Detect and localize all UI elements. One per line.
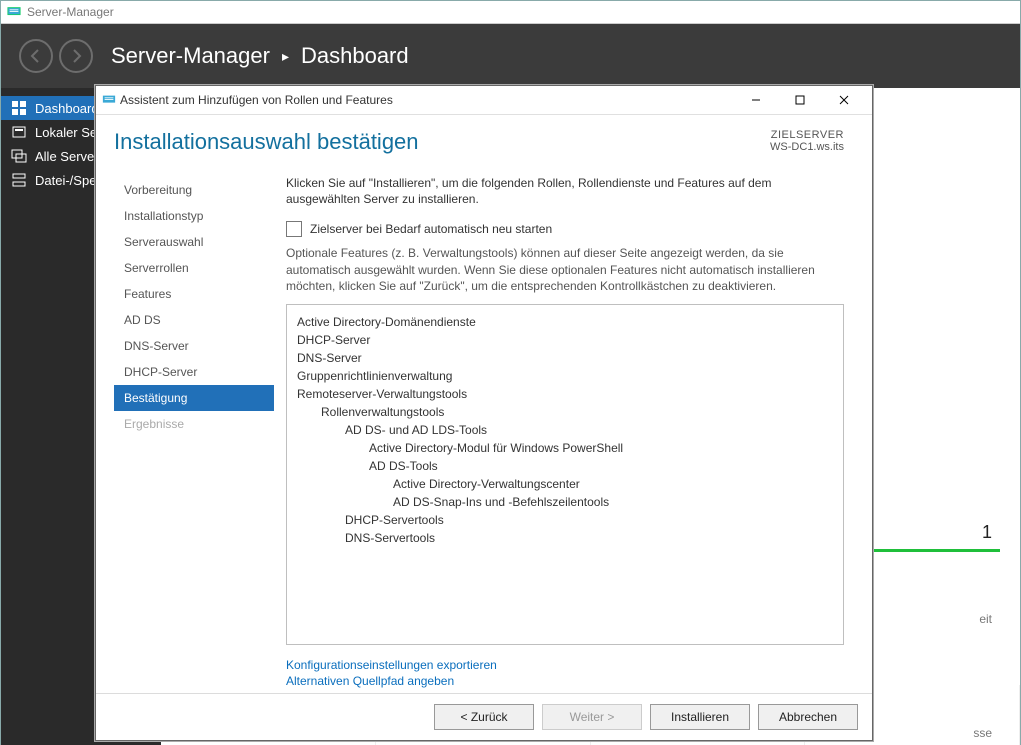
close-button[interactable] <box>822 88 866 112</box>
auto-restart-checkbox[interactable] <box>286 221 302 237</box>
minimize-button[interactable] <box>734 88 778 112</box>
chevron-right-icon: ▸ <box>282 48 289 65</box>
auto-restart-label: Zielserver bei Bedarf automatisch neu st… <box>310 222 552 236</box>
bg-hint: eit <box>870 612 1000 626</box>
feature-item: DHCP-Servertools <box>297 511 833 529</box>
target-value: WS-DC1.ws.its <box>770 141 844 153</box>
server-icon <box>11 124 27 140</box>
wizard-step[interactable]: DNS-Server <box>114 333 274 359</box>
feature-item: Active Directory-Domänendienste <box>297 313 833 331</box>
wizard-step[interactable]: Serverauswahl <box>114 229 274 255</box>
alt-source-path-link[interactable]: Alternativen Quellpfad angeben <box>286 673 844 689</box>
feature-item: DNS-Server <box>297 349 833 367</box>
export-config-link[interactable]: Konfigurationseinstellungen exportieren <box>286 657 844 673</box>
breadcrumb-app: Server-Manager <box>111 43 270 69</box>
main-titlebar: Server-Manager <box>1 1 1020 24</box>
feature-item: DHCP-Server <box>297 331 833 349</box>
servers-icon <box>11 148 27 164</box>
note-text: Optionale Features (z. B. Verwaltungstoo… <box>286 245 844 294</box>
dialog-title: Assistent zum Hinzufügen von Rollen und … <box>116 93 734 107</box>
server-manager-icon <box>7 5 21 19</box>
dialog-titlebar: Assistent zum Hinzufügen von Rollen und … <box>96 86 872 115</box>
header-bar: Server-Manager ▸ Dashboard <box>1 24 1020 88</box>
feature-item: DNS-Servertools <box>297 529 833 547</box>
feature-item: Gruppenrichtlinienverwaltung <box>297 367 833 385</box>
wizard-step[interactable]: Bestätigung <box>114 385 274 411</box>
intro-text: Klicken Sie auf "Installieren", um die f… <box>286 175 844 207</box>
nav-forward-button[interactable] <box>59 39 93 73</box>
bg-status-bar <box>870 549 1000 552</box>
target-label: ZIELSERVER <box>770 129 844 141</box>
breadcrumb-page: Dashboard <box>301 43 409 69</box>
sidebar-item-label: Dashboard <box>35 101 99 116</box>
feature-item: AD DS-Tools <box>297 457 833 475</box>
install-button[interactable]: Installieren <box>650 704 750 730</box>
feature-item: Remoteserver-Verwaltungstools <box>297 385 833 403</box>
server-manager-icon <box>102 93 116 107</box>
server-manager-window: Server-Manager Server-Manager ▸ Dashboar… <box>0 0 1021 745</box>
next-button: Weiter > <box>542 704 642 730</box>
feature-item: Active Directory-Modul für Windows Power… <box>297 439 833 457</box>
maximize-button[interactable] <box>778 88 822 112</box>
wizard-step: Ergebnisse <box>114 411 274 437</box>
feature-item: Rollenverwaltungstools <box>297 403 833 421</box>
back-button[interactable]: < Zurück <box>434 704 534 730</box>
wizard-step[interactable]: Vorbereitung <box>114 177 274 203</box>
features-list[interactable]: Active Directory-DomänendiensteDHCP-Serv… <box>286 304 844 645</box>
nav-back-button[interactable] <box>19 39 53 73</box>
sidebar-item-label: Alle Server <box>35 149 99 164</box>
wizard-step[interactable]: Features <box>114 281 274 307</box>
wizard-step[interactable]: DHCP-Server <box>114 359 274 385</box>
cancel-button[interactable]: Abbrechen <box>758 704 858 730</box>
wizard-step[interactable]: Installationstyp <box>114 203 274 229</box>
dialog-heading: Installationsauswahl bestätigen <box>114 129 419 155</box>
bg-count: 1 <box>870 518 1000 547</box>
feature-item: AD DS-Snap-Ins und -Befehlszeilentools <box>297 493 833 511</box>
wizard-step[interactable]: AD DS <box>114 307 274 333</box>
storage-icon <box>11 172 27 188</box>
wizard-steps: VorbereitungInstallationstypServerauswah… <box>114 175 274 693</box>
feature-item: Active Directory-Verwaltungscenter <box>297 475 833 493</box>
dialog-button-row: < Zurück Weiter > Installieren Abbrechen <box>96 693 872 740</box>
breadcrumb: Server-Manager ▸ Dashboard <box>111 43 409 69</box>
main-window-title: Server-Manager <box>27 5 114 19</box>
wizard-step[interactable]: Serverrollen <box>114 255 274 281</box>
dashboard-icon <box>11 100 27 116</box>
feature-item: AD DS- und AD LDS-Tools <box>297 421 833 439</box>
wizard-dialog: Assistent zum Hinzufügen von Rollen und … <box>95 85 873 741</box>
target-server-info: ZIELSERVER WS-DC1.ws.its <box>770 129 844 153</box>
